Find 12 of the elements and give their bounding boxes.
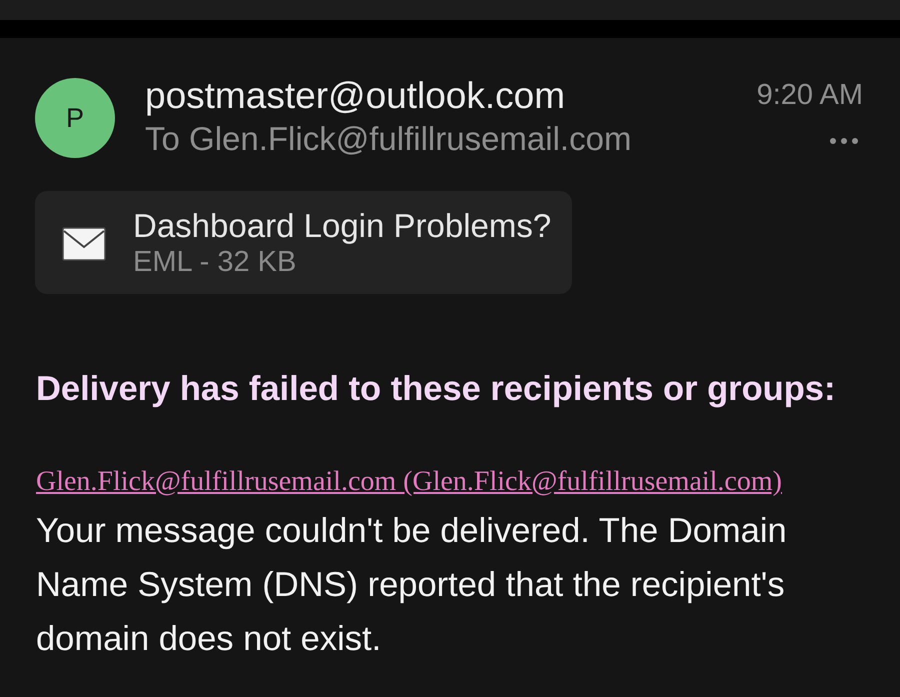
error-message: Your message couldn't be delivered. The Domain Name System (DNS) reported that the recipient's domain does not exist.	[36, 511, 788, 660]
recipient-link[interactable]: Glen.Flick@fulfillrusemail.com (Glen.Flick@fulfillrusemail.com)	[36, 466, 782, 497]
attachment-name: Dashboard Login Problems?	[133, 206, 552, 244]
attachment-details: EML - 32 KB	[133, 244, 298, 278]
recipient-line: To Glen.Flick@fulfillrusemail.com	[145, 119, 632, 159]
avatar: P	[35, 78, 115, 158]
more-icon[interactable]	[830, 138, 858, 144]
sender-name: postmaster@outlook.com	[145, 75, 566, 117]
failure-heading: Delivery has failed to these recipients or groups:	[36, 369, 836, 409]
envelope-icon	[62, 227, 106, 261]
attachment-card[interactable]: Dashboard Login Problems? EML - 32 KB	[35, 191, 572, 294]
time-label: 9:20 AM	[756, 78, 863, 112]
